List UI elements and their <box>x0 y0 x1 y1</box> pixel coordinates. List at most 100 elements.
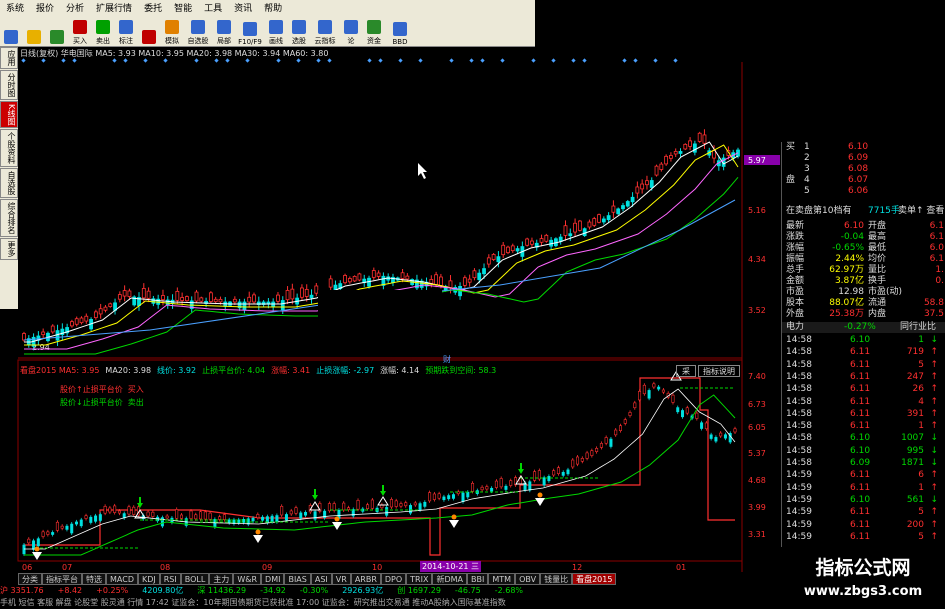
indicator-tab[interactable]: RSI <box>159 573 181 585</box>
order-book-row: 2 6.09 <box>782 153 945 164</box>
tick-volume: 1 <box>918 482 924 493</box>
signal-marker <box>673 58 678 63</box>
up-arrow-icon: ↑ <box>930 470 938 481</box>
tick-price: 6.10 <box>850 433 871 444</box>
month-label: 01 <box>676 563 686 572</box>
indicator-tab[interactable]: 看盘2015 <box>572 573 617 585</box>
sub-candle-body <box>647 390 651 399</box>
indicator-tab[interactable]: OBV <box>515 573 541 585</box>
sub-candle-body <box>700 422 704 429</box>
up-arrow-icon: ↑ <box>930 482 938 493</box>
tick-price: 6.11 <box>850 384 871 395</box>
indicator-tab[interactable]: DPO <box>380 573 407 585</box>
indicator-tab[interactable]: 分类 <box>18 573 42 585</box>
tick-row: 14:58 6.11 391 ↑ <box>782 409 945 420</box>
sub-candle-body <box>733 428 737 433</box>
indicator-tab[interactable]: VR <box>331 573 351 585</box>
sub-candle-body <box>542 477 546 486</box>
tick-row: 14:59 6.11 200 ↑ <box>782 520 945 531</box>
candle-body <box>482 268 486 275</box>
stat-value-2: 6.0 <box>929 243 944 253</box>
sub-candle-body <box>442 496 446 501</box>
sub-candle-body <box>356 500 360 510</box>
stat-label-2: 内盘 <box>868 309 887 319</box>
current-price-label: 5.97 <box>748 156 766 165</box>
price-axis-label: 5.16 <box>748 206 766 215</box>
tick-volume: 561 <box>906 494 924 505</box>
indicator-tab[interactable]: 新DMA <box>432 573 468 585</box>
tick-price: 6.11 <box>850 531 871 542</box>
up-arrow-icon: ↑ <box>930 359 938 370</box>
indicator-tab[interactable]: 主力 <box>209 573 234 585</box>
sub-candle-body <box>370 499 374 509</box>
tick-time: 14:58 <box>786 347 812 358</box>
indicator-tab[interactable]: ASI <box>310 573 332 585</box>
tick-row: 14:59 6.11 1 ↑ <box>782 483 945 494</box>
tick-row: 14:58 6.11 26 ↑ <box>782 384 945 395</box>
indicator-tab[interactable]: BIAS <box>284 573 311 585</box>
indicator-tab[interactable]: MACD <box>106 573 138 585</box>
tick-row: 14:58 6.10 1 ↓ <box>782 335 945 346</box>
indicator-tab[interactable]: 钱量比 <box>540 573 573 585</box>
signal-marker <box>245 58 250 63</box>
tick-price: 6.10 <box>850 445 871 456</box>
sector-compare-link[interactable]: 同行业比 <box>900 322 936 333</box>
index-value: -34.92 <box>260 586 286 595</box>
sell-signal-dot <box>255 529 261 535</box>
sub-price-axis-label: 7.40 <box>748 372 766 381</box>
indicator-tab[interactable]: ARBR <box>350 573 381 585</box>
tick-row: 14:59 6.11 5 ↑ <box>782 532 945 543</box>
sub-candle-body <box>208 512 212 520</box>
sub-candle-body <box>623 419 627 424</box>
sub-chart-value: 涨幅: 3.41 <box>271 366 311 375</box>
stat-label-2: 量比 <box>868 265 887 275</box>
sub-candle-body <box>685 407 689 414</box>
indicator-tab[interactable]: 特选 <box>82 573 106 585</box>
tick-row: 14:59 6.10 561 ↓ <box>782 495 945 506</box>
kline-chart-area[interactable]: 5.975.164.343.525.972.94财7.406.736.055.3… <box>0 0 781 573</box>
indicator-tab[interactable]: DMI <box>261 573 285 585</box>
indicator-tab[interactable]: W&R <box>233 573 262 585</box>
sub-candle-body <box>490 487 494 492</box>
book-title-value: 7715手 <box>868 206 900 216</box>
index-value: +8.42 <box>57 586 83 595</box>
stat-label-2: 最低 <box>868 243 887 253</box>
indicator-tab[interactable]: BBI <box>467 573 489 585</box>
up-arrow-icon: ↑ <box>930 347 938 358</box>
buy-arrow-icon <box>312 489 318 500</box>
candle-body <box>185 296 189 302</box>
signal-marker <box>327 58 332 63</box>
sub-candle-body <box>70 523 74 534</box>
sub-candle-body <box>409 505 413 514</box>
candle-body <box>683 143 688 150</box>
tick-price: 6.10 <box>850 494 871 505</box>
index-value: 4209.80亿 <box>142 586 184 595</box>
indicator-tab[interactable]: MTM <box>488 573 516 585</box>
indicator-tab[interactable]: BOLL <box>180 573 210 585</box>
indicator-tab[interactable]: KDJ <box>137 573 160 585</box>
indicator-tag-button[interactable]: 采 <box>676 365 696 377</box>
sub-candle-body <box>199 511 203 520</box>
order-level: 5 <box>804 186 810 196</box>
price-axis-label: 4.34 <box>748 255 766 264</box>
candle-body <box>122 290 127 297</box>
candle-body <box>194 291 199 302</box>
sub-candle-body <box>127 506 131 515</box>
stat-label-2: 最高 <box>868 232 887 242</box>
tick-price: 6.11 <box>850 396 871 407</box>
sub-candle-body <box>294 507 298 514</box>
candle-body <box>146 290 151 299</box>
tick-time: 14:58 <box>786 335 812 345</box>
indicator-tab[interactable]: 指标平台 <box>42 573 82 585</box>
indicator-help-button[interactable]: 指标说明 <box>698 365 740 377</box>
index-value: +0.25% <box>96 586 129 595</box>
stat-label: 外盘 <box>786 309 805 319</box>
indicator-tab[interactable]: TRIX <box>406 573 433 585</box>
book-extra[interactable]: 卖单↑ 查看3 <box>898 206 945 217</box>
candle-body <box>659 163 664 170</box>
up-arrow-icon: ↑ <box>930 396 938 407</box>
candle-body <box>280 300 285 311</box>
sub-chart-value: 看盘2015 MA5: 3.95 <box>20 366 100 375</box>
book-notice: 在卖盘第10档有 7715手 卖单↑ 查看3 <box>782 206 945 217</box>
candle-body <box>563 225 568 236</box>
